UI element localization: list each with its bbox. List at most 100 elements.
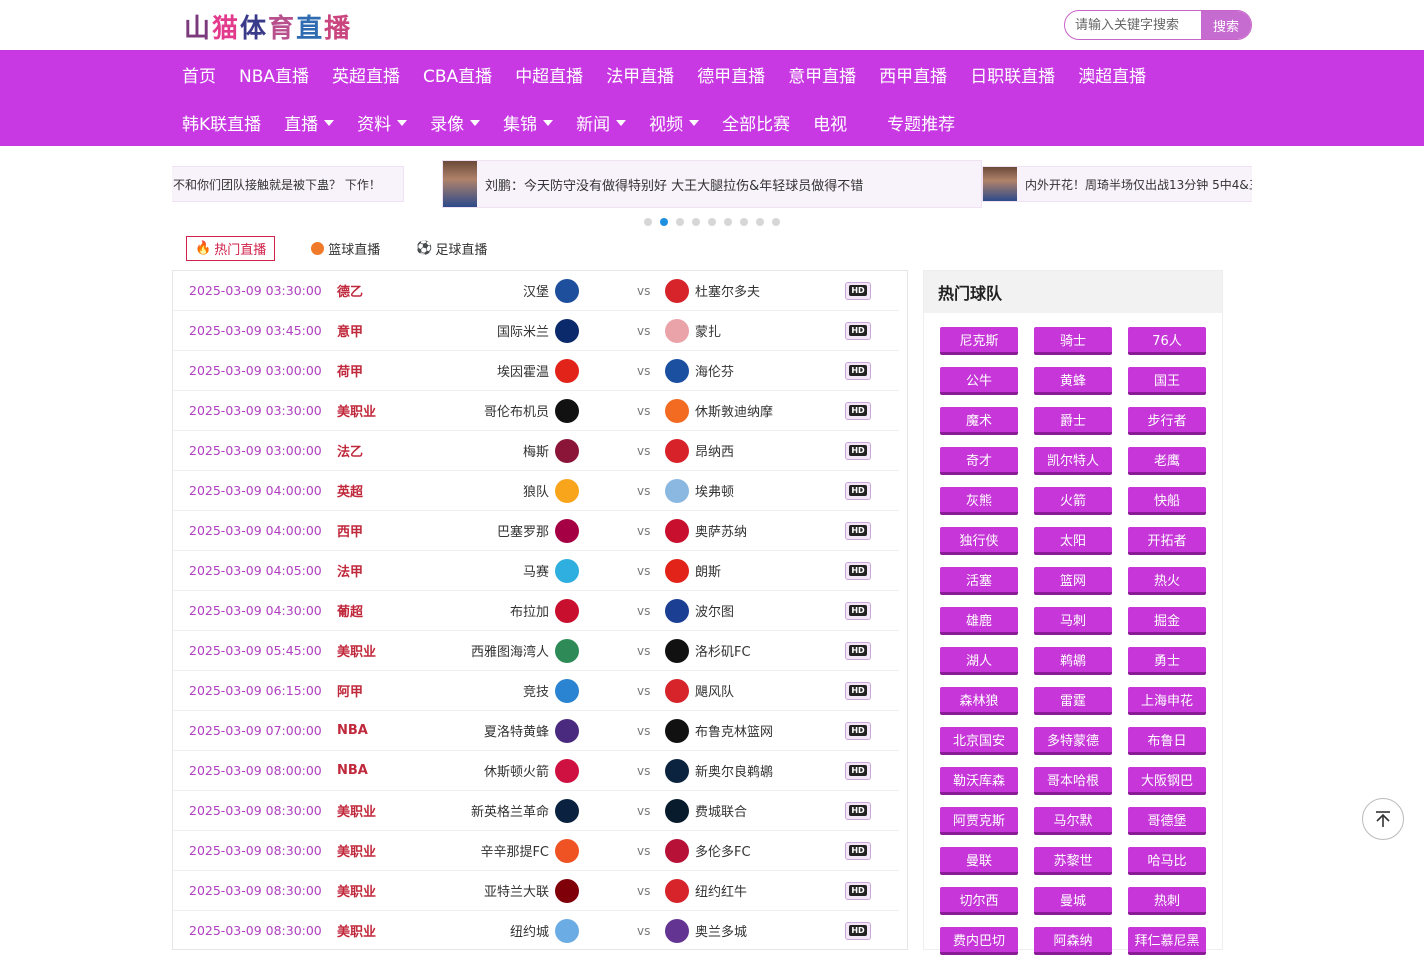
hd-stream-button[interactable]: HD — [845, 641, 871, 660]
hd-stream-button[interactable]: HD — [845, 521, 871, 540]
team-link[interactable]: 哥本哈根 — [1034, 767, 1112, 795]
team-link[interactable]: 热刺 — [1128, 887, 1206, 915]
team-link[interactable]: 黄蜂 — [1034, 367, 1112, 395]
away-team[interactable]: 昂纳西 — [665, 438, 734, 463]
search-input[interactable] — [1065, 11, 1201, 39]
nav-link[interactable]: 意甲直播 — [778, 62, 866, 87]
site-logo[interactable]: 山猫体育直播 — [184, 8, 352, 45]
team-link[interactable]: 尼克斯 — [940, 327, 1018, 355]
away-team[interactable]: 杜塞尔多夫 — [665, 278, 760, 303]
team-link[interactable]: 公牛 — [940, 367, 1018, 395]
nav-dropdown[interactable]: 资料 — [347, 110, 417, 135]
tab-football-live[interactable]: ⚽ 足球直播 — [416, 239, 487, 258]
match-league[interactable]: 美职业 — [337, 801, 376, 820]
away-team[interactable]: 朗斯 — [665, 558, 721, 583]
nav-dropdown[interactable]: 新闻 — [566, 110, 636, 135]
team-link[interactable]: 阿森纳 — [1034, 927, 1112, 955]
home-team[interactable]: 埃因霍温 — [497, 358, 579, 383]
team-link[interactable]: 曼联 — [940, 847, 1018, 875]
back-to-top-button[interactable] — [1362, 798, 1404, 840]
match-row[interactable]: 2025-03-09 07:00:00 NBA 夏洛特黄蜂 vs 布鲁克林篮网 … — [173, 711, 899, 751]
nav-link[interactable]: 日职联直播 — [960, 62, 1065, 87]
home-team[interactable]: 狼队 — [523, 478, 579, 503]
nav-dropdown[interactable]: 直播 — [274, 110, 344, 135]
team-link[interactable]: 勒沃库森 — [940, 767, 1018, 795]
match-league[interactable]: 美职业 — [337, 641, 376, 660]
team-link[interactable]: 布鲁日 — [1128, 727, 1206, 755]
home-team[interactable]: 竞技 — [523, 678, 579, 703]
nav-link[interactable]: 德甲直播 — [687, 62, 775, 87]
team-link[interactable]: 步行者 — [1128, 407, 1206, 435]
team-link[interactable]: 雷霆 — [1034, 687, 1112, 715]
home-team[interactable]: 新英格兰革命 — [471, 798, 579, 823]
team-link[interactable]: 热火 — [1128, 567, 1206, 595]
nav-link[interactable]: 中超直播 — [505, 62, 593, 87]
home-team[interactable]: 夏洛特黄蜂 — [484, 718, 579, 743]
match-row[interactable]: 2025-03-09 03:30:00 德乙 汉堡 vs 杜塞尔多夫 HD — [173, 271, 899, 311]
home-team[interactable]: 辛辛那提FC — [480, 838, 579, 863]
match-row[interactable]: 2025-03-09 08:30:00 美职业 辛辛那提FC vs 多伦多FC … — [173, 831, 899, 871]
nav-link[interactable]: 澳超直播 — [1068, 62, 1156, 87]
hd-stream-button[interactable]: HD — [845, 921, 871, 940]
team-link[interactable]: 多特蒙德 — [1034, 727, 1112, 755]
team-link[interactable]: 火箭 — [1034, 487, 1112, 515]
carousel-slide-active[interactable]: 刘鹏：今天防守没有做得特别好 大王大腿拉伤&年轻球员做得不错 — [442, 160, 982, 208]
nav-dropdown[interactable]: 视频 — [639, 110, 709, 135]
nav-link[interactable]: 首页 — [172, 62, 226, 87]
team-link[interactable]: 勇士 — [1128, 647, 1206, 675]
nav-link[interactable]: NBA直播 — [229, 62, 319, 87]
match-row[interactable]: 2025-03-09 08:00:00 NBA 休斯顿火箭 vs 新奥尔良鹈鹕 … — [173, 751, 899, 791]
team-link[interactable]: 爵士 — [1034, 407, 1112, 435]
match-row[interactable]: 2025-03-09 03:00:00 法乙 梅斯 vs 昂纳西 HD — [173, 431, 899, 471]
match-row[interactable]: 2025-03-09 03:30:00 美职业 哥伦布机员 vs 休斯敦迪纳摩 … — [173, 391, 899, 431]
team-link[interactable]: 拜仁慕尼黑 — [1128, 927, 1206, 955]
away-team[interactable]: 埃弗顿 — [665, 478, 734, 503]
away-team[interactable]: 布鲁克林篮网 — [665, 718, 773, 743]
team-link[interactable]: 苏黎世 — [1034, 847, 1112, 875]
team-link[interactable]: 太阳 — [1034, 527, 1112, 555]
away-team[interactable]: 飓风队 — [665, 678, 734, 703]
hd-stream-button[interactable]: HD — [845, 881, 871, 900]
hd-stream-button[interactable]: HD — [845, 281, 871, 300]
away-team[interactable]: 费城联合 — [665, 798, 747, 823]
nav-link[interactable]: 法甲直播 — [596, 62, 684, 87]
carousel-dot[interactable] — [676, 218, 684, 226]
carousel-slide[interactable]: 不和你们团队接触就是被下蛊？ 下作！ — [172, 166, 404, 202]
away-team[interactable]: 多伦多FC — [665, 838, 751, 863]
hd-stream-button[interactable]: HD — [845, 801, 871, 820]
carousel-dot[interactable] — [644, 218, 652, 226]
home-team[interactable]: 布拉加 — [510, 598, 579, 623]
team-link[interactable]: 灰熊 — [940, 487, 1018, 515]
nav-link[interactable]: 全部比赛 — [712, 110, 800, 135]
carousel-dot[interactable] — [692, 218, 700, 226]
nav-link[interactable]: CBA直播 — [413, 62, 502, 87]
tab-hot-live[interactable]: 🔥 热门直播 — [186, 236, 276, 261]
carousel-dot[interactable] — [708, 218, 716, 226]
nav-link[interactable]: 专题推荐 — [877, 110, 965, 135]
match-row[interactable]: 2025-03-09 04:00:00 西甲 巴塞罗那 vs 奥萨苏纳 HD — [173, 511, 899, 551]
team-link[interactable]: 骑士 — [1034, 327, 1112, 355]
match-league[interactable]: 德乙 — [337, 281, 363, 300]
home-team[interactable]: 哥伦布机员 — [484, 398, 579, 423]
match-row[interactable]: 2025-03-09 08:30:00 美职业 纽约城 vs 奥兰多城 HD — [173, 911, 899, 949]
carousel-dot[interactable] — [756, 218, 764, 226]
nav-link[interactable]: 西甲直播 — [869, 62, 957, 87]
team-link[interactable]: 老鹰 — [1128, 447, 1206, 475]
nav-link[interactable]: 电视 — [803, 110, 857, 135]
team-link[interactable]: 鹈鹕 — [1034, 647, 1112, 675]
team-link[interactable]: 魔术 — [940, 407, 1018, 435]
team-link[interactable]: 活塞 — [940, 567, 1018, 595]
match-row[interactable]: 2025-03-09 08:30:00 美职业 新英格兰革命 vs 费城联合 H… — [173, 791, 899, 831]
match-row[interactable]: 2025-03-09 03:45:00 意甲 国际米兰 vs 蒙扎 HD — [173, 311, 899, 351]
match-league[interactable]: 美职业 — [337, 921, 376, 940]
hd-stream-button[interactable]: HD — [845, 561, 871, 580]
carousel-slide[interactable]: 内外开花！周琦半场仅出战13分钟 5中4&三 — [982, 166, 1252, 202]
match-league[interactable]: 英超 — [337, 481, 363, 500]
team-link[interactable]: 快船 — [1128, 487, 1206, 515]
home-team[interactable]: 纽约城 — [510, 918, 579, 943]
team-link[interactable]: 湖人 — [940, 647, 1018, 675]
team-link[interactable]: 国王 — [1128, 367, 1206, 395]
match-row[interactable]: 2025-03-09 05:45:00 美职业 西雅图海湾人 vs 洛杉矶FC … — [173, 631, 899, 671]
home-team[interactable]: 汉堡 — [523, 278, 579, 303]
match-league[interactable]: NBA — [337, 723, 368, 738]
